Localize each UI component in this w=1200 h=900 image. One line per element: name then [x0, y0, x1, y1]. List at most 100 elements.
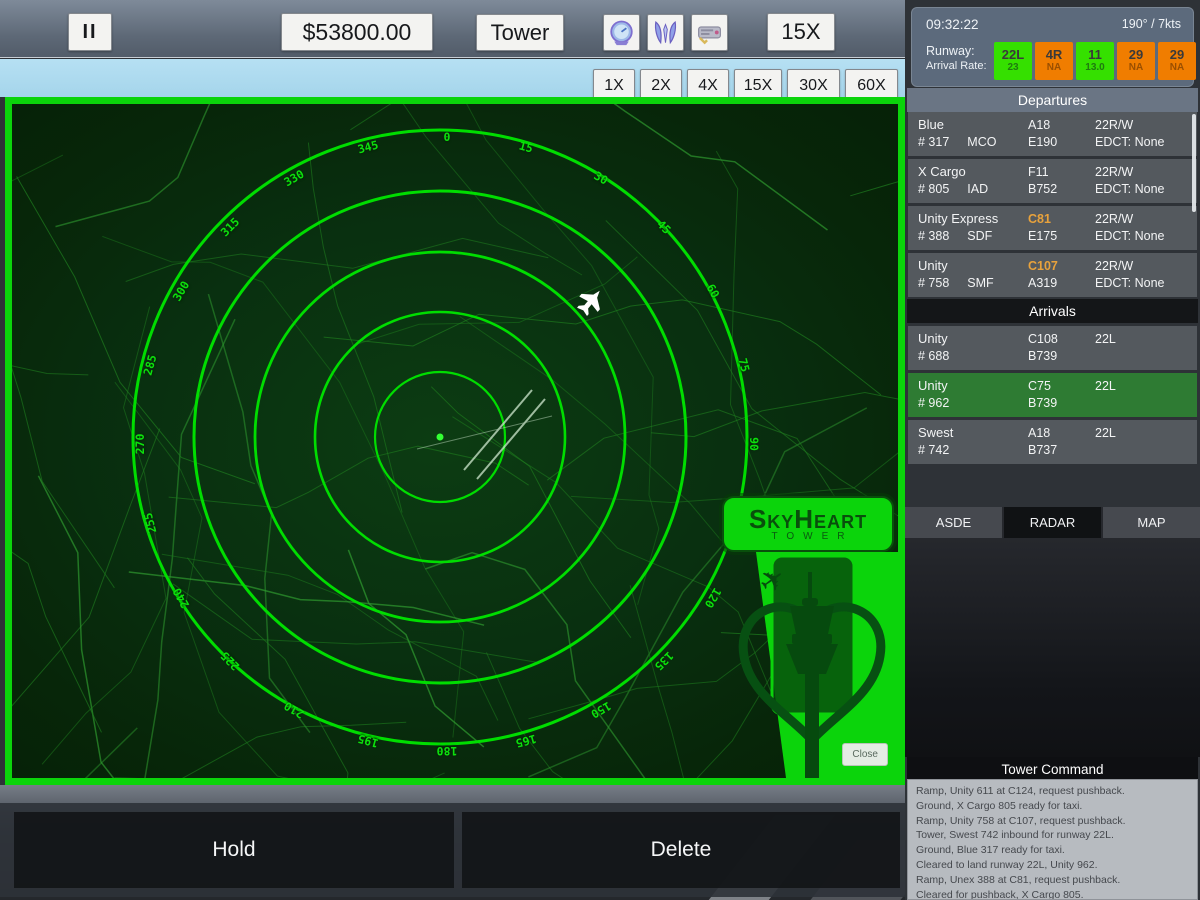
hold-button[interactable]: Hold [14, 812, 454, 888]
runway-badge-id: 4R [1046, 48, 1063, 62]
edct-value: EDCT: None [1095, 228, 1187, 245]
gate-code: C107 [1028, 257, 1095, 275]
arrival-ident: Unity# 688 [918, 330, 1028, 366]
arrival-ident: Unity# 962 [918, 377, 1028, 413]
flight-number: # 688 [918, 348, 949, 365]
assigned-runway: 22R/W [1095, 116, 1187, 134]
pause-button[interactable]: II [68, 13, 112, 51]
tower-command-header: Tower Command [907, 757, 1198, 781]
sidebar: 09:32:22 190° / 7kts Runway: Arrival Rat… [905, 0, 1200, 900]
log-line: Ramp, Unity 611 at C124, request pushbac… [916, 784, 1189, 799]
departure-gate-type: C107A319 [1028, 257, 1095, 293]
departure-runway-edct: 22R/WEDCT: None [1095, 116, 1187, 152]
edct-value: EDCT: None [1095, 181, 1187, 198]
gate-code: A18 [1028, 424, 1095, 442]
destination-code: SMF [967, 275, 993, 292]
departure-row[interactable]: X Cargo# 805IADF11B75222R/WEDCT: None [908, 159, 1197, 203]
runway-rate-labels: Runway: Arrival Rate: [926, 44, 987, 74]
airline-name: Unity Express [918, 210, 1028, 228]
gate-code: F11 [1028, 163, 1095, 181]
departure-runway-edct: 22R/WEDCT: None [1095, 163, 1187, 199]
departure-ident: X Cargo# 805IAD [918, 163, 1028, 199]
log-line: Cleared for pushback, X Cargo 805. [916, 888, 1189, 900]
arrival-row[interactable]: Unity# 688C108B73922L [908, 326, 1197, 370]
crystal-ball-button[interactable] [603, 14, 640, 51]
runway-badge-29[interactable]: 29NA [1158, 42, 1196, 80]
aircraft-type: A319 [1028, 275, 1095, 292]
wings-button[interactable] [647, 14, 684, 51]
arrival-rate-label: Arrival Rate: [926, 59, 987, 74]
runway-badge-id: 22L [1002, 48, 1024, 62]
airline-name: Swest [918, 424, 1028, 442]
runway-badge-id: 29 [1129, 48, 1143, 62]
aircraft-type: E190 [1028, 134, 1095, 151]
runway-badge-rate: NA [1047, 62, 1061, 74]
wind-indicator: 190° / 7kts [1122, 17, 1181, 31]
flight-number: # 742 [918, 442, 949, 459]
aircraft-type: B752 [1028, 181, 1095, 198]
arrival-runway: 22L [1095, 424, 1187, 460]
runway-badge-4r[interactable]: 4RNA [1035, 42, 1073, 80]
arrival-gate-type: A18B737 [1028, 424, 1095, 460]
runway-lines [417, 390, 552, 479]
flight-number: # 388 [918, 228, 949, 245]
radar-center-dot [437, 434, 444, 441]
log-line: Ground, X Cargo 805 ready for taxi. [916, 799, 1189, 814]
arrival-row[interactable]: Swest# 742A18B73722L [908, 420, 1197, 464]
departure-ident: Unity# 758SMF [918, 257, 1028, 293]
arrivals-header: Arrivals [907, 299, 1198, 323]
current-speed-display[interactable]: 15X [767, 13, 835, 51]
compass-label-0: 0 [444, 130, 451, 144]
runway-badges: 22L234RNA1113.029NA29NA [994, 42, 1196, 80]
wings-icon [651, 18, 680, 48]
edct-value: EDCT: None [1095, 134, 1187, 151]
tower-command-log[interactable]: Ramp, Unity 611 at C124, request pushbac… [907, 779, 1198, 900]
tab-map[interactable]: MAP [1103, 507, 1200, 538]
scanner-button[interactable] [691, 14, 728, 51]
log-line: Ramp, Unex 388 at C81, request pushback. [916, 873, 1189, 888]
flight-number: # 805 [918, 181, 949, 198]
gate-code: C81 [1028, 210, 1095, 228]
airline-name: Unity [918, 257, 1028, 275]
clock: 09:32:22 [926, 17, 979, 32]
runway-badge-11[interactable]: 1113.0 [1076, 42, 1114, 80]
departure-row[interactable]: Unity# 758SMFC107A31922R/WEDCT: None [908, 253, 1197, 297]
assigned-runway: 22L [1095, 424, 1187, 442]
gate-code: C108 [1028, 330, 1095, 348]
aircraft-type: E175 [1028, 228, 1095, 245]
departures-list: Blue# 317MCOA18E19022R/WEDCT: NoneX Carg… [908, 112, 1197, 300]
runway-badge-rate: NA [1129, 62, 1143, 74]
top-toolbar: II $53800.00 Tower 15X [0, 0, 905, 58]
gate-code: A18 [1028, 116, 1095, 134]
action-bar: Hold Delete [0, 803, 905, 897]
assigned-runway: 22R/W [1095, 210, 1187, 228]
departure-gate-type: F11B752 [1028, 163, 1095, 199]
assigned-runway: 22R/W [1095, 257, 1187, 275]
departure-row[interactable]: Unity Express# 388SDFC81E17522R/WEDCT: N… [908, 206, 1197, 250]
skyheart-wordmark: SkyHeart TOWER [722, 496, 894, 552]
departure-row[interactable]: Blue# 317MCOA18E19022R/WEDCT: None [908, 112, 1197, 156]
crystal-ball-icon [607, 18, 636, 48]
arrivals-list: Unity# 688C108B73922LUnity# 962C75B73922… [908, 326, 1197, 467]
runway-badge-22l[interactable]: 22L23 [994, 42, 1032, 80]
tower-view-button[interactable]: Tower [476, 14, 564, 51]
aircraft-type: B739 [1028, 395, 1095, 412]
view-tabs: ASDERADARMAP [905, 507, 1200, 538]
runway-badge-29[interactable]: 29NA [1117, 42, 1155, 80]
delete-button[interactable]: Delete [462, 812, 900, 888]
runway-badge-id: 29 [1170, 48, 1184, 62]
airline-name: Unity [918, 330, 1028, 348]
runway-label: Runway: [926, 44, 987, 59]
tab-radar[interactable]: RADAR [1004, 507, 1101, 538]
departure-runway-edct: 22R/WEDCT: None [1095, 257, 1187, 293]
close-button[interactable]: Close [842, 743, 888, 766]
radar-display[interactable]: 0153045607590105120135150165180195210225… [5, 97, 905, 785]
mini-view-area[interactable] [905, 538, 1200, 757]
tab-asde[interactable]: ASDE [905, 507, 1002, 538]
arrival-runway: 22L [1095, 330, 1187, 366]
arrival-row[interactable]: Unity# 962C75B73922L [908, 373, 1197, 417]
departures-scrollbar[interactable] [1192, 114, 1196, 212]
arrival-ident: Swest# 742 [918, 424, 1028, 460]
airline-name: Blue [918, 116, 1028, 134]
departures-header: Departures [907, 88, 1198, 112]
